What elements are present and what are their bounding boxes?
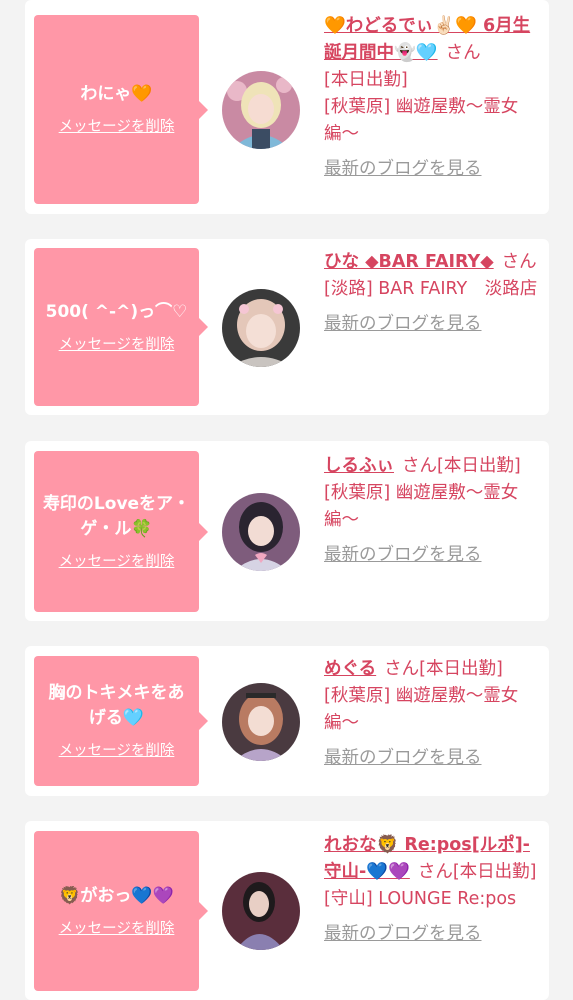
cast-name-link[interactable]: ひな ◆BAR FAIRY◆ [324,252,494,272]
latest-blog-link[interactable]: 最新のブログを見る [324,311,544,338]
girl-portrait-pink-hair-icon [222,289,300,367]
message-card: 🦁がおっ💙💜 メッセージを削除 れおな🦁 Re:pos[ルポ]-守山-💙💜 さん[… [25,821,549,1000]
cast-info: 🧡わどるでぃ✌🏻🧡 6月生誕月間中👻🩵 さん [本日出勤] [秋葉原] 幽遊屋敷〜… [324,13,544,183]
message-bubble: わにゃ🧡 メッセージを削除 [34,15,208,204]
cast-info: ひな ◆BAR FAIRY◆ さん [淡路] BAR FAIRY 淡路店 最新のブ… [324,249,544,338]
cast-info: れおな🦁 Re:pos[ルポ]-守山-💙💜 さん[本日出勤] [守山] LOUNG… [324,832,544,948]
honorific: さん [501,252,537,272]
latest-blog-link[interactable]: 最新のブログを見る [324,745,544,772]
honorific: さん [445,43,481,63]
message-bubble: 🦁がおっ💙💜 メッセージを削除 [34,831,208,991]
avatar[interactable] [222,872,300,950]
delete-message-link[interactable]: メッセージを削除 [59,117,175,137]
latest-blog-link[interactable]: 最新のブログを見る [324,542,544,569]
cast-name-link[interactable]: めぐる [324,659,376,679]
message-bubble: 胸のトキメキをあげる🩵 メッセージを削除 [34,656,208,786]
avatar[interactable] [222,493,300,571]
delete-message-link[interactable]: メッセージを削除 [59,919,175,939]
girl-portrait-dark-hair-icon [222,493,300,571]
latest-blog-link[interactable]: 最新のブログを見る [324,156,544,183]
delete-message-link[interactable]: メッセージを削除 [59,552,175,572]
status-text: [本日出勤] [419,659,503,679]
latest-blog-link[interactable]: 最新のブログを見る [324,921,544,948]
honorific: さん [402,456,437,476]
girl-portrait-black-hair-icon [222,872,300,950]
shop-text: [秋葉原] 幽遊屋敷〜霊女編〜 [324,97,519,144]
status-text: [本日出勤] [437,456,521,476]
cast-name-link[interactable]: しるふぃ [324,456,394,476]
shop-text: [秋葉原] 幽遊屋敷〜霊女編〜 [324,686,519,733]
honorific: さん [417,862,453,882]
message-bubble: 寿印のLoveをア・ゲ・ル🍀 メッセージを削除 [34,451,208,612]
avatar[interactable] [222,289,300,367]
status-text: [本日出勤] [324,70,408,90]
girl-portrait-blonde-icon [222,71,300,149]
cast-info: しるふぃ さん[本日出勤] [秋葉原] 幽遊屋敷〜霊女編〜 最新のブログを見る [324,453,544,569]
avatar[interactable] [222,71,300,149]
shop-text: [秋葉原] 幽遊屋敷〜霊女編〜 [324,483,519,530]
cast-info: めぐる さん[本日出勤] [秋葉原] 幽遊屋敷〜霊女編〜 最新のブログを見る [324,656,544,772]
delete-message-link[interactable]: メッセージを削除 [59,741,175,761]
message-card: 500( ^-^)っ⌒♡ メッセージを削除 ひな ◆BAR FAIRY◆ さん [… [25,239,549,415]
girl-portrait-auburn-hair-icon [222,683,300,761]
message-card: わにゃ🧡 メッセージを削除 🧡わどるでぃ✌🏻🧡 6月生誕月間中👻🩵 さん [本日出… [25,0,549,214]
message-text: 500( ^-^)っ⌒♡ [45,301,188,322]
message-text: 🦁がおっ💙💜 [59,885,174,906]
message-card: 寿印のLoveをア・ゲ・ル🍀 メッセージを削除 しるふぃ さん[本日出勤] [秋葉… [25,441,549,621]
message-bubble: 500( ^-^)っ⌒♡ メッセージを削除 [34,248,208,406]
message-text: わにゃ🧡 [80,84,153,104]
honorific: さん [384,659,420,679]
delete-message-link[interactable]: メッセージを削除 [59,335,175,355]
cast-name-link[interactable]: 🧡わどるでぃ✌🏻🧡 6月生誕月間中👻🩵 [324,16,530,63]
message-text: 寿印のLoveをア・ゲ・ル🍀 [42,493,191,539]
status-text: [本日出勤] [452,862,537,882]
avatar[interactable] [222,683,300,761]
shop-text: [淡路] BAR FAIRY 淡路店 [324,279,538,299]
message-card: 胸のトキメキをあげる🩵 メッセージを削除 めぐる さん[本日出勤] [秋葉原] 幽… [25,646,549,796]
shop-text: [守山] LOUNGE Re:pos [324,889,517,909]
message-text: 胸のトキメキをあげる🩵 [48,683,185,728]
